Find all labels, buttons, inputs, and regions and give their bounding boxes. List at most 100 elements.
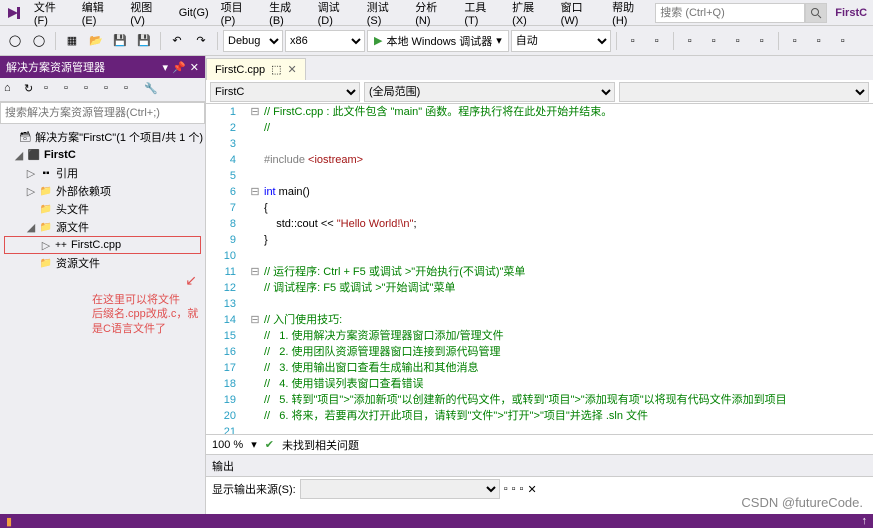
code-line[interactable]: 2// (206, 120, 873, 136)
preview-icon[interactable]: ▫ (104, 82, 120, 98)
status-text: 未找到相关问题 (282, 437, 359, 453)
properties-icon[interactable]: ▫ (84, 82, 100, 98)
home-icon[interactable]: ⌂ (4, 82, 20, 98)
code-line[interactable]: 10 (206, 248, 873, 264)
pin-icon[interactable]: 📌 (172, 61, 186, 74)
solution-explorer-header: 解决方案资源管理器 ▾ 📌 ✕ (0, 56, 205, 78)
menu-file[interactable]: 文件(F) (28, 0, 76, 31)
tb-icon-8[interactable]: ▫ (808, 30, 830, 52)
code-line[interactable]: 7{ (206, 200, 873, 216)
tb-icon-6[interactable]: ▫ (751, 30, 773, 52)
zoom-level[interactable]: 100 % (212, 439, 243, 451)
tb-icon-7[interactable]: ▫ (784, 30, 806, 52)
tb-icon-1[interactable]: ▫ (622, 30, 644, 52)
output-icon-1[interactable]: ▫ (504, 483, 508, 495)
menu-edit[interactable]: 编辑(E) (76, 0, 124, 31)
dropdown-icon[interactable]: ▾ (163, 61, 169, 74)
solution-search-input[interactable] (0, 102, 205, 124)
refresh-icon[interactable]: ↻ (24, 82, 40, 98)
code-line[interactable]: 8 std::cout << "Hello World!\n"; (206, 216, 873, 232)
code-line[interactable]: 1⊟// FirstC.cpp : 此文件包含 "main" 函数。程序执行将在… (206, 104, 873, 120)
nav-member-select[interactable] (619, 82, 870, 102)
editor-area: FirstC.cpp ⬚ ✕ FirstC (全局范围) 1⊟// FirstC… (206, 56, 873, 514)
project-node[interactable]: ◢⬛FirstC (2, 146, 203, 164)
code-editor[interactable]: 1⊟// FirstC.cpp : 此文件包含 "main" 函数。程序执行将在… (206, 104, 873, 434)
tab-label: FirstC.cpp (215, 64, 265, 76)
tb-icon-4[interactable]: ▫ (703, 30, 725, 52)
saveall-icon[interactable]: 💾 (133, 30, 155, 52)
menu-project[interactable]: 项目(P) (215, 0, 263, 31)
menu-debug[interactable]: 调试(D) (312, 0, 361, 31)
nav-project-select[interactable]: FirstC (210, 82, 360, 102)
platform-select[interactable]: x86 (285, 30, 365, 52)
back-icon[interactable]: ◯ (4, 30, 26, 52)
code-line[interactable]: 20// 6. 将来，若要再次打开此项目，请转到"文件">"打开">"项目"并选… (206, 408, 873, 424)
code-line[interactable]: 9} (206, 232, 873, 248)
code-line[interactable]: 21 (206, 424, 873, 434)
search-button[interactable] (805, 3, 827, 23)
solution-node[interactable]: 🗃解决方案"FirstC"(1 个项目/共 1 个) (2, 128, 203, 146)
zoom-chevron-icon[interactable]: ▾ (251, 438, 257, 451)
open-icon[interactable]: 📂 (85, 30, 107, 52)
code-line[interactable]: 18// 4. 使用错误列表窗口查看错误 (206, 376, 873, 392)
tb-icon-5[interactable]: ▫ (727, 30, 749, 52)
source-file[interactable]: ▷++FirstC.cpp (4, 236, 201, 254)
output-source-select[interactable] (300, 479, 500, 499)
nav-scope-select[interactable]: (全局范围) (364, 82, 615, 102)
menu-build[interactable]: 生成(B) (263, 0, 311, 31)
code-line[interactable]: 3 (206, 136, 873, 152)
ext-node[interactable]: ▷📁外部依赖项 (2, 182, 203, 200)
showall-icon[interactable]: ▫ (44, 82, 60, 98)
menu-tools[interactable]: 工具(T) (458, 0, 506, 31)
tab-close-icon[interactable]: ✕ (288, 63, 297, 76)
output-icon-2[interactable]: ▫ (512, 483, 516, 495)
code-line[interactable]: 4#include <iostream> (206, 152, 873, 168)
solution-explorer-toolbar: ⌂ ↻ ▫ ▫ ▫ ▫ ▫ 🔧 (0, 78, 205, 102)
undo-icon[interactable]: ↶ (166, 30, 188, 52)
menubar: 文件(F) 编辑(E) 视图(V) Git(G) 项目(P) 生成(B) 调试(… (0, 0, 873, 26)
sync-icon[interactable]: ▫ (124, 82, 140, 98)
new-icon[interactable]: ▦ (61, 30, 83, 52)
output-icon-3[interactable]: ▫ (520, 483, 524, 495)
editor-tab[interactable]: FirstC.cpp ⬚ ✕ (206, 58, 306, 80)
close-icon[interactable]: ✕ (190, 61, 199, 74)
code-line[interactable]: 12// 调试程序: F5 或调试 >"开始调试"菜单 (206, 280, 873, 296)
config-select[interactable]: Debug (223, 30, 283, 52)
forward-icon[interactable]: ◯ (28, 30, 50, 52)
code-line[interactable]: 5 (206, 168, 873, 184)
menu-view[interactable]: 视图(V) (124, 0, 172, 31)
code-line[interactable]: 19// 5. 转到"项目">"添加新项"以创建新的代码文件，或转到"项目">"… (206, 392, 873, 408)
source-control-icon[interactable]: ↑ (862, 515, 868, 527)
code-line[interactable]: 16// 2. 使用团队资源管理器窗口连接到源代码管理 (206, 344, 873, 360)
output-clear-icon[interactable]: ✕ (527, 483, 536, 496)
menu-window[interactable]: 窗口(W) (555, 0, 607, 31)
tb-icon-2[interactable]: ▫ (646, 30, 668, 52)
auto-select[interactable]: 自动 (511, 30, 611, 52)
menu-help[interactable]: 帮助(H) (606, 0, 655, 31)
code-line[interactable]: 6⊟int main() (206, 184, 873, 200)
wrench-icon[interactable]: 🔧 (144, 82, 160, 98)
redo-icon[interactable]: ↷ (190, 30, 212, 52)
tb-icon-9[interactable]: ▫ (832, 30, 854, 52)
refs-node[interactable]: ▷▪▪引用 (2, 164, 203, 182)
menu-extensions[interactable]: 扩展(X) (506, 0, 554, 31)
menu-git[interactable]: Git(G) (173, 3, 215, 23)
tb-icon-3[interactable]: ▫ (679, 30, 701, 52)
code-line[interactable]: 11⊟// 运行程序: Ctrl + F5 或调试 >"开始执行(不调试)"菜单 (206, 264, 873, 280)
menu-test[interactable]: 测试(S) (361, 0, 409, 31)
resources-node[interactable]: 📁资源文件 (2, 254, 203, 272)
start-debug-button[interactable]: ▶ 本地 Windows 调试器 ▾ (367, 30, 509, 52)
tab-pin-icon[interactable]: ⬚ (271, 63, 281, 76)
sources-node[interactable]: ◢📁源文件 (2, 218, 203, 236)
watermark: CSDN @futureCode. (741, 495, 863, 510)
code-line[interactable]: 15// 1. 使用解决方案资源管理器窗口添加/管理文件 (206, 328, 873, 344)
code-line[interactable]: 13 (206, 296, 873, 312)
output-header[interactable]: 输出 (206, 455, 873, 477)
code-line[interactable]: 17// 3. 使用输出窗口查看生成输出和其他消息 (206, 360, 873, 376)
save-icon[interactable]: 💾 (109, 30, 131, 52)
search-input[interactable] (655, 3, 805, 23)
collapse-icon[interactable]: ▫ (64, 82, 80, 98)
headers-node[interactable]: 📁头文件 (2, 200, 203, 218)
code-line[interactable]: 14⊟// 入门使用技巧: (206, 312, 873, 328)
menu-analyze[interactable]: 分析(N) (409, 0, 458, 31)
